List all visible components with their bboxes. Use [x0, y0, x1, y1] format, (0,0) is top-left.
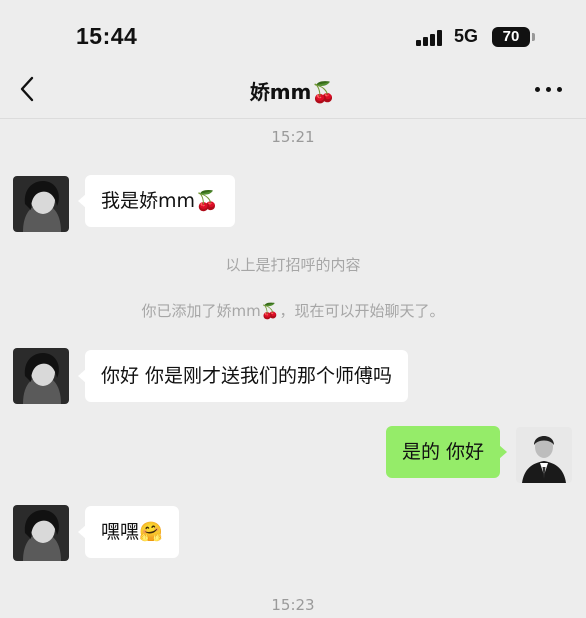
status-time: 15:44: [76, 23, 138, 49]
system-notice: 以上是打招呼的内容: [225, 256, 361, 274]
status-bar: 15:44 5G 70: [0, 0, 586, 62]
network-type: 5G: [454, 26, 479, 46]
timestamp: 15:21: [271, 128, 315, 146]
message-bubble[interactable]: 我是娇mm🍒: [78, 175, 235, 227]
contact-avatar[interactable]: [13, 505, 69, 561]
battery-icon: 70: [492, 27, 530, 47]
message-bubble[interactable]: 你好 你是刚才送我们的那个师傅吗: [77, 350, 409, 402]
chat-title: 娇mm🍒: [249, 80, 337, 104]
more-dots-icon[interactable]: [535, 86, 563, 94]
system-notice: 你已添加了娇mm🍒，现在可以开始聊天了。: [141, 302, 445, 320]
signal-icon: [416, 30, 446, 46]
message-bubble[interactable]: 嘿嘿🤗: [78, 506, 179, 558]
contact-avatar[interactable]: [13, 176, 69, 232]
timestamp: 15:23: [271, 596, 315, 614]
my-message-bubble[interactable]: 是的 你好: [385, 426, 508, 478]
battery-tip: [532, 33, 535, 41]
contact-avatar[interactable]: [13, 348, 69, 404]
chat-header: 娇mm🍒: [0, 62, 586, 119]
my-avatar[interactable]: [516, 427, 572, 483]
